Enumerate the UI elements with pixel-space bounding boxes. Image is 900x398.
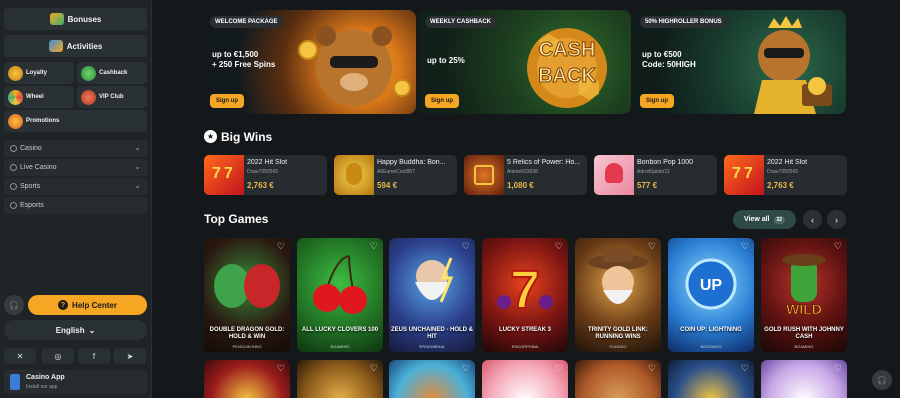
big-win-card[interactable]: 77 2022 Hit Slot Draw7050565 2,763 € xyxy=(724,155,847,195)
promotions-icon xyxy=(8,113,23,129)
activities-icon xyxy=(48,40,63,52)
favorite-heart-icon[interactable]: ♡ xyxy=(370,363,378,374)
game-card[interactable]: ♡ xyxy=(482,360,568,398)
x-twitter-icon[interactable]: ✕ xyxy=(4,348,36,364)
wheel-button[interactable]: Wheel xyxy=(4,86,74,108)
favorite-heart-icon[interactable]: ♡ xyxy=(741,241,749,252)
star-icon: ★ xyxy=(204,130,217,143)
game-card[interactable]: ♡ Trinity Gold Link: Running Wins FUGASO xyxy=(575,238,661,352)
favorite-heart-icon[interactable]: ♡ xyxy=(555,363,563,374)
game-card[interactable]: ♡ xyxy=(204,360,290,398)
game-card[interactable]: ♡ xyxy=(389,360,475,398)
cashback-banner[interactable]: CASH BACK WEEKLY CASHBACK up to 25% Sign… xyxy=(419,10,631,114)
favorite-heart-icon[interactable]: ♡ xyxy=(648,241,656,252)
big-win-card[interactable]: Happy Buddha: Bon... AllGameCool857 594 … xyxy=(334,155,457,195)
game-card[interactable]: ♡ xyxy=(761,360,847,398)
favorite-heart-icon[interactable]: ♡ xyxy=(741,363,749,374)
telegram-icon[interactable]: ➤ xyxy=(114,348,146,364)
slot-777-thumbnail: 77 xyxy=(724,155,764,195)
wheel-icon xyxy=(8,89,23,105)
bonbon-thumbnail xyxy=(594,155,634,195)
cashback-art-word-1: CASH xyxy=(539,39,596,61)
question-icon: ? xyxy=(58,300,69,310)
signup-button[interactable]: Sign up xyxy=(210,94,244,108)
esports-icon xyxy=(10,202,17,209)
cashback-button[interactable]: Cashback xyxy=(77,62,147,84)
signup-button[interactable]: Sign up xyxy=(425,94,459,108)
big-win-card[interactable]: Bonbon Pop 1000 AdroitSpider11 577 € xyxy=(594,155,717,195)
chevron-down-icon: ⌄ xyxy=(134,162,141,171)
game-card[interactable]: WILD ♡ Gold Rush with Johnny Cash BGAMIN… xyxy=(761,238,847,352)
gift-icon xyxy=(49,13,64,25)
game-card[interactable]: 7 ♡ Lucky Streak 3 ENDORPHINA xyxy=(482,238,568,352)
loyalty-button[interactable]: Loyalty xyxy=(4,62,74,84)
next-arrow-button[interactable]: › xyxy=(827,210,846,229)
vip-club-button[interactable]: VIP Club xyxy=(77,86,147,108)
game-card[interactable]: UP ♡ Coin Up: Lightning BOOONGO xyxy=(668,238,754,352)
game-card[interactable]: ♡ xyxy=(575,360,661,398)
favorite-heart-icon[interactable]: ♡ xyxy=(834,241,842,252)
favorite-heart-icon[interactable]: ♡ xyxy=(555,241,563,252)
top-games-title: Top Games xyxy=(204,212,269,226)
menu-sports[interactable]: Sports ⌄ xyxy=(4,178,147,195)
chevron-down-icon: ⌄ xyxy=(134,143,141,152)
big-win-card[interactable]: 77 2022 Hit Slot Draw7050565 2,763 € xyxy=(204,155,327,195)
headset-icon[interactable]: 🎧 xyxy=(4,295,24,315)
sidebar: Bonuses Activities Loyalty Cashback Whee… xyxy=(0,0,152,398)
menu-esports[interactable]: Esports xyxy=(4,197,147,214)
welcome-banner[interactable]: WELCOME PACKAGE up to €1,500 + 250 Free … xyxy=(204,10,416,114)
sports-icon xyxy=(10,183,17,190)
casino-icon xyxy=(10,145,17,152)
promotions-button[interactable]: Promotions xyxy=(4,110,147,132)
favorite-heart-icon[interactable]: ♡ xyxy=(370,241,378,252)
chevron-down-icon: ⌄ xyxy=(134,181,141,190)
game-card[interactable]: ♡ Zeus Unchained - Hold & Hit SPINOMENAL xyxy=(389,238,475,352)
cherries-art xyxy=(313,255,367,314)
game-card[interactable]: ♡ xyxy=(297,360,383,398)
favorite-heart-icon[interactable]: ♡ xyxy=(834,363,842,374)
game-card[interactable]: ♡ xyxy=(668,360,754,398)
help-center-button[interactable]: ? Help Center xyxy=(28,295,147,315)
menu-live-casino[interactable]: Live Casino ⌄ xyxy=(4,159,147,176)
loyalty-icon xyxy=(8,65,23,81)
menu-casino[interactable]: Casino ⌄ xyxy=(4,140,147,157)
favorite-heart-icon[interactable]: ♡ xyxy=(277,241,285,252)
big-win-card[interactable]: 5 Relics of Power: Ho... Anime833698 1,0… xyxy=(464,155,587,195)
favorite-heart-icon[interactable]: ♡ xyxy=(648,363,656,374)
live-casino-icon xyxy=(10,164,17,171)
slot-777-thumbnail: 77 xyxy=(204,155,244,195)
svg-text:7: 7 xyxy=(510,260,540,320)
game-card[interactable]: ♡ Double Dragon Gold: Hold & Win PENGUIN… xyxy=(204,238,290,352)
buddha-thumbnail xyxy=(334,155,374,195)
language-selector[interactable]: English ⌄ xyxy=(4,320,147,340)
activities-button[interactable]: Activities xyxy=(4,35,147,57)
phone-icon xyxy=(10,374,20,390)
games-count-badge: 32 xyxy=(773,215,786,224)
signup-button[interactable]: Sign up xyxy=(640,94,674,108)
highroller-banner[interactable]: 50% HIGHROLLER BONUS up to €500 Code: 50… xyxy=(634,10,846,114)
cashback-icon xyxy=(81,65,96,81)
headset-icon[interactable]: 🎧 xyxy=(872,370,892,390)
relics-thumbnail xyxy=(464,155,504,195)
prev-arrow-button[interactable]: ‹ xyxy=(803,210,822,229)
casino-app-promo[interactable]: Casino App Install our app xyxy=(4,370,147,394)
coin-up-art-label: UP xyxy=(700,277,723,294)
instagram-icon[interactable]: ◎ xyxy=(42,348,74,364)
game-card[interactable]: ♡ All Lucky Clovers 100 BGAMING xyxy=(297,238,383,352)
cactus-wild-art-label: WILD xyxy=(786,301,822,317)
favorite-heart-icon[interactable]: ♡ xyxy=(462,241,470,252)
chevron-down-icon: ⌄ xyxy=(88,325,96,335)
favorite-heart-icon[interactable]: ♡ xyxy=(462,363,470,374)
view-all-button[interactable]: View all 32 xyxy=(733,210,796,229)
favorite-heart-icon[interactable]: ♡ xyxy=(277,363,285,374)
facebook-icon[interactable]: f xyxy=(78,348,110,364)
lucky-7-art: 7 xyxy=(497,259,553,321)
big-wins-title: Big Wins xyxy=(221,130,273,144)
vip-icon xyxy=(81,89,96,105)
bonuses-button[interactable]: Bonuses xyxy=(4,8,147,30)
coin-up-art: UP xyxy=(685,258,737,310)
cashback-art-word-2: BACK xyxy=(538,65,596,87)
